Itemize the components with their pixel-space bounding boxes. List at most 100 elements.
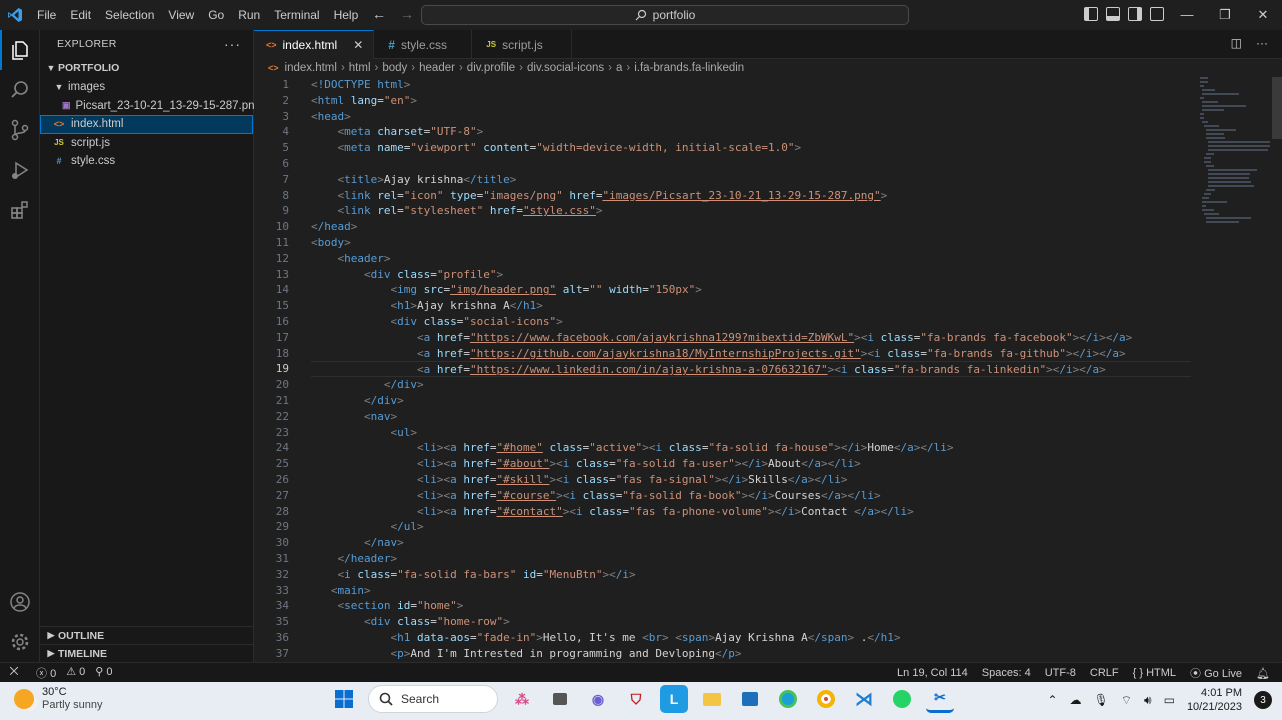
code-line[interactable]: <main>	[311, 583, 1191, 599]
chevron-up-icon[interactable]: ⌃	[1047, 693, 1057, 707]
command-center-search[interactable]: portfolio	[421, 5, 909, 25]
timeline-section[interactable]: ▶ TIMELINE	[40, 644, 254, 662]
split-editor-icon[interactable]: ◫	[1231, 36, 1242, 50]
code-line[interactable]: <ul>	[311, 425, 1191, 441]
code-line[interactable]: </div>	[311, 393, 1191, 409]
menu-selection[interactable]: Selection	[98, 0, 161, 30]
code-line[interactable]: <body>	[311, 235, 1191, 251]
problems-indicator[interactable]: ⓧ 0 ⚠ 0 ⚲ 0	[36, 665, 112, 681]
menu-help[interactable]: Help	[327, 0, 366, 30]
back-arrow-icon[interactable]: ←	[372, 6, 386, 22]
chat-app-icon[interactable]: ◉	[584, 685, 612, 713]
folder-images[interactable]: ▼ images	[40, 78, 253, 97]
code-line[interactable]: <header>	[311, 251, 1191, 267]
minimap[interactable]	[1200, 77, 1270, 517]
whatsapp-app-icon[interactable]	[888, 685, 916, 713]
breadcrumb-item[interactable]: div.profile	[467, 62, 515, 74]
line-endings[interactable]: CRLF	[1090, 667, 1119, 679]
code-line[interactable]: <h1>Ajay krishna A</h1>	[311, 298, 1191, 314]
code-line[interactable]: <li><a href="#about"><i class="fa-solid …	[311, 456, 1191, 472]
menu-terminal[interactable]: Terminal	[267, 0, 326, 30]
menu-file[interactable]: File	[30, 0, 63, 30]
code-line[interactable]: </ul>	[311, 519, 1191, 535]
breadcrumb-item[interactable]: i.fa-brands.fa-linkedin	[634, 62, 744, 74]
file-image[interactable]: ▣ Picsart_23-10-21_13-29-15-287.png	[40, 97, 261, 116]
settings-gear-icon[interactable]	[0, 622, 40, 662]
breadcrumb-item[interactable]: a	[616, 62, 622, 74]
code-line[interactable]: <p>And I'm Intrested in programming and …	[311, 646, 1191, 662]
file-script-js[interactable]: JS script.js	[40, 134, 253, 153]
breadcrumb-item[interactable]: body	[382, 62, 407, 74]
code-line[interactable]: <li><a href="#course"><i class="fa-solid…	[311, 488, 1191, 504]
chrome-browser-icon[interactable]	[812, 685, 840, 713]
accounts-icon[interactable]	[0, 582, 40, 622]
code-line[interactable]: <nav>	[311, 409, 1191, 425]
code-line[interactable]: </div>	[311, 377, 1191, 393]
source-control-icon[interactable]	[0, 110, 40, 150]
code-line[interactable]: <section id="home">	[311, 598, 1191, 614]
toggle-primary-sidebar-icon[interactable]	[1084, 7, 1098, 21]
extensions-icon[interactable]	[0, 190, 40, 230]
code-line[interactable]: <meta charset="UTF-8">	[311, 124, 1191, 140]
menu-go[interactable]: Go	[201, 0, 231, 30]
indentation[interactable]: Spaces: 4	[982, 667, 1031, 679]
code-line[interactable]: <div class="social-icons">	[311, 314, 1191, 330]
tab-style-css[interactable]: # style.css	[374, 30, 473, 59]
code-line[interactable]: <i class="fa-solid fa-bars" id="MenuBtn"…	[311, 567, 1191, 583]
tab-index-html[interactable]: <> index.html ✕	[254, 30, 375, 59]
code-line[interactable]: <html lang="en">	[311, 93, 1191, 109]
code-line[interactable]: <meta name="viewport" content="width=dev…	[311, 140, 1191, 156]
close-tab-icon[interactable]: ✕	[353, 38, 363, 52]
code-line[interactable]: <a href="https://www.linkedin.com/in/aja…	[311, 361, 1191, 378]
app-l-icon[interactable]: L	[660, 685, 688, 713]
customize-layout-icon[interactable]	[1150, 7, 1164, 21]
breadcrumb-item[interactable]: header	[419, 62, 455, 74]
code-line[interactable]: <!DOCTYPE html>	[311, 77, 1191, 93]
code-line[interactable]: <link rel="icon" type="images/png" href=…	[311, 188, 1191, 204]
code-line[interactable]: <img src="img/header.png" alt="" width="…	[311, 282, 1191, 298]
code-line[interactable]: </nav>	[311, 535, 1191, 551]
microphone-icon[interactable]: 🎙︎	[1094, 693, 1109, 707]
menu-run[interactable]: Run	[231, 0, 267, 30]
code-line[interactable]: <head>	[311, 109, 1191, 125]
file-explorer-icon[interactable]	[698, 685, 726, 713]
taskbar-search[interactable]: Search	[368, 685, 498, 713]
wifi-icon[interactable]: ⌔	[1121, 693, 1132, 708]
toggle-panel-icon[interactable]	[1106, 7, 1120, 21]
breadcrumb-item[interactable]: div.social-icons	[527, 62, 604, 74]
project-folder-header[interactable]: ▼ PORTFOLIO	[40, 58, 253, 78]
code-line[interactable]: <div class="home-row">	[311, 614, 1191, 630]
close-window-icon[interactable]: ✕	[1244, 0, 1282, 30]
explorer-icon[interactable]	[0, 30, 40, 70]
run-debug-icon[interactable]	[0, 150, 40, 190]
snipping-tool-icon[interactable]: ✂	[926, 685, 954, 713]
code-line[interactable]: <li><a href="#home" class="active"><i cl…	[311, 440, 1191, 456]
code-line[interactable]: <link rel="stylesheet" href="style.css">	[311, 203, 1191, 219]
notification-badge[interactable]: 3	[1254, 691, 1272, 709]
battery-icon[interactable]: ▭	[1164, 693, 1175, 707]
code-editor[interactable]: 1 2 3 4 5 6 7 8 9 10 11 12 13 14 15 16 17 18 19 20 21 22 23 24 2…	[254, 77, 1282, 662]
search-icon[interactable]	[0, 70, 40, 110]
code-line[interactable]: <a href="https://www.facebook.com/ajaykr…	[311, 330, 1191, 346]
code-line[interactable]: </header>	[311, 551, 1191, 567]
more-actions-icon[interactable]: ···	[224, 36, 241, 52]
mcafee-app-icon[interactable]: ⛉	[622, 685, 650, 713]
code-line[interactable]: <li><a href="#contact"><i class="fas fa-…	[311, 504, 1191, 520]
code-line[interactable]: <title>Ajay krishna</title>	[311, 172, 1191, 188]
code-line[interactable]: <li><a href="#skill"><i class="fas fa-si…	[311, 472, 1191, 488]
go-live-button[interactable]: ⦿ Go Live	[1190, 665, 1242, 681]
store-app-icon[interactable]	[736, 685, 764, 713]
start-windows-icon[interactable]	[330, 685, 358, 713]
code-lines[interactable]: <!DOCTYPE html> <html lang="en"> <head> <m…	[311, 77, 1191, 661]
restore-icon[interactable]: ❐	[1206, 0, 1244, 30]
volume-icon[interactable]: 🔊︎	[1144, 693, 1152, 708]
task-view-icon[interactable]	[546, 685, 574, 713]
tab-script-js[interactable]: JS script.js	[472, 30, 573, 59]
remote-indicator-icon[interactable]: ⨉	[0, 663, 28, 683]
code-line[interactable]: <div class="profile">	[311, 267, 1191, 283]
menu-edit[interactable]: Edit	[63, 0, 98, 30]
vscode-app-icon[interactable]: ⋊	[850, 685, 878, 713]
file-index-html[interactable]: <> index.html	[40, 115, 253, 134]
weather-widget[interactable]: 30°C Partly sunny	[14, 686, 103, 712]
minimize-icon[interactable]: —	[1168, 0, 1206, 30]
